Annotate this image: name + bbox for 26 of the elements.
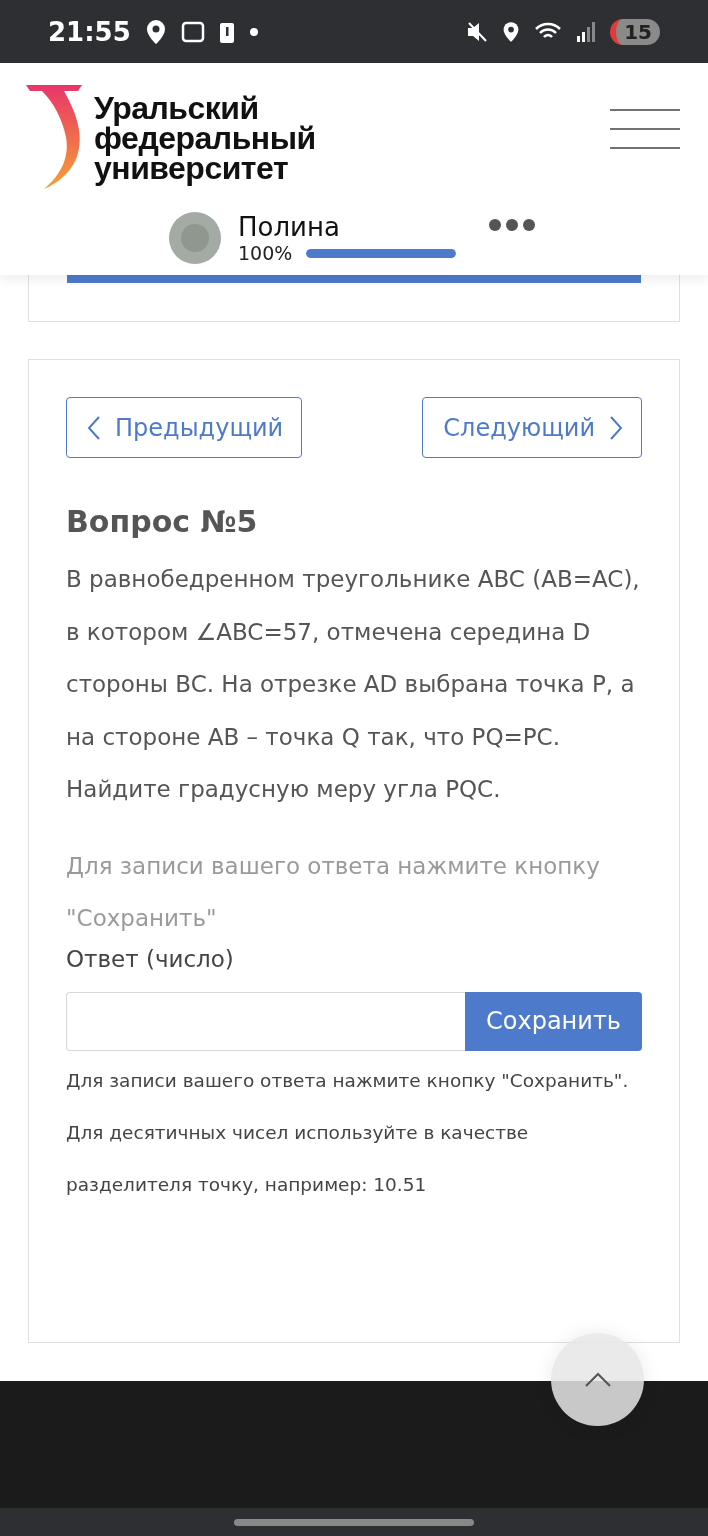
chevron-up-icon (583, 1371, 612, 1388)
clock-time: 21:55 (48, 16, 131, 47)
question-text: В равнобедренном треугольнике ABC (AB=AC), в котором ∠ABC=57, отмечена середина D стороны BC. На отрезке AD выбрана точка P, а на стороне AB – точка Q так, что PQ=PC. Найдите градусную меру угла PQC. (66, 565, 641, 804)
location-icon (502, 20, 521, 43)
note-text: Для десятичных чисел используйте в качестве разделителя точку, например: 10.51 (66, 1120, 530, 1197)
user-name: Полина (238, 212, 341, 242)
previous-button[interactable]: Предыдущий (66, 397, 303, 458)
location-icon (144, 18, 167, 45)
save-button[interactable]: Сохранить (465, 991, 642, 1051)
answer-hint: Для записи вашего ответа нажмите кнопку "Сохранить" (66, 851, 601, 933)
chevron-left-icon (87, 414, 101, 441)
question-title: Вопрос №5 (66, 504, 259, 539)
next-button[interactable]: Следующий (422, 397, 642, 458)
home-handle[interactable] (234, 1518, 474, 1526)
notification-count: 15 (610, 18, 660, 45)
avatar-icon (168, 211, 222, 265)
signal-icon (576, 20, 597, 43)
dot-icon (248, 26, 259, 37)
progress-percent: 100% (238, 242, 293, 264)
answer-field[interactable] (66, 991, 465, 1051)
note-text: Для записи вашего ответа нажмите кнопку "Сохранить". (66, 1068, 630, 1093)
menu-icon[interactable] (610, 109, 680, 151)
mute-icon (466, 20, 489, 43)
more-icon[interactable] (488, 218, 537, 232)
answer-label: Ответ (число) (66, 945, 235, 972)
chevron-right-icon (609, 414, 623, 441)
